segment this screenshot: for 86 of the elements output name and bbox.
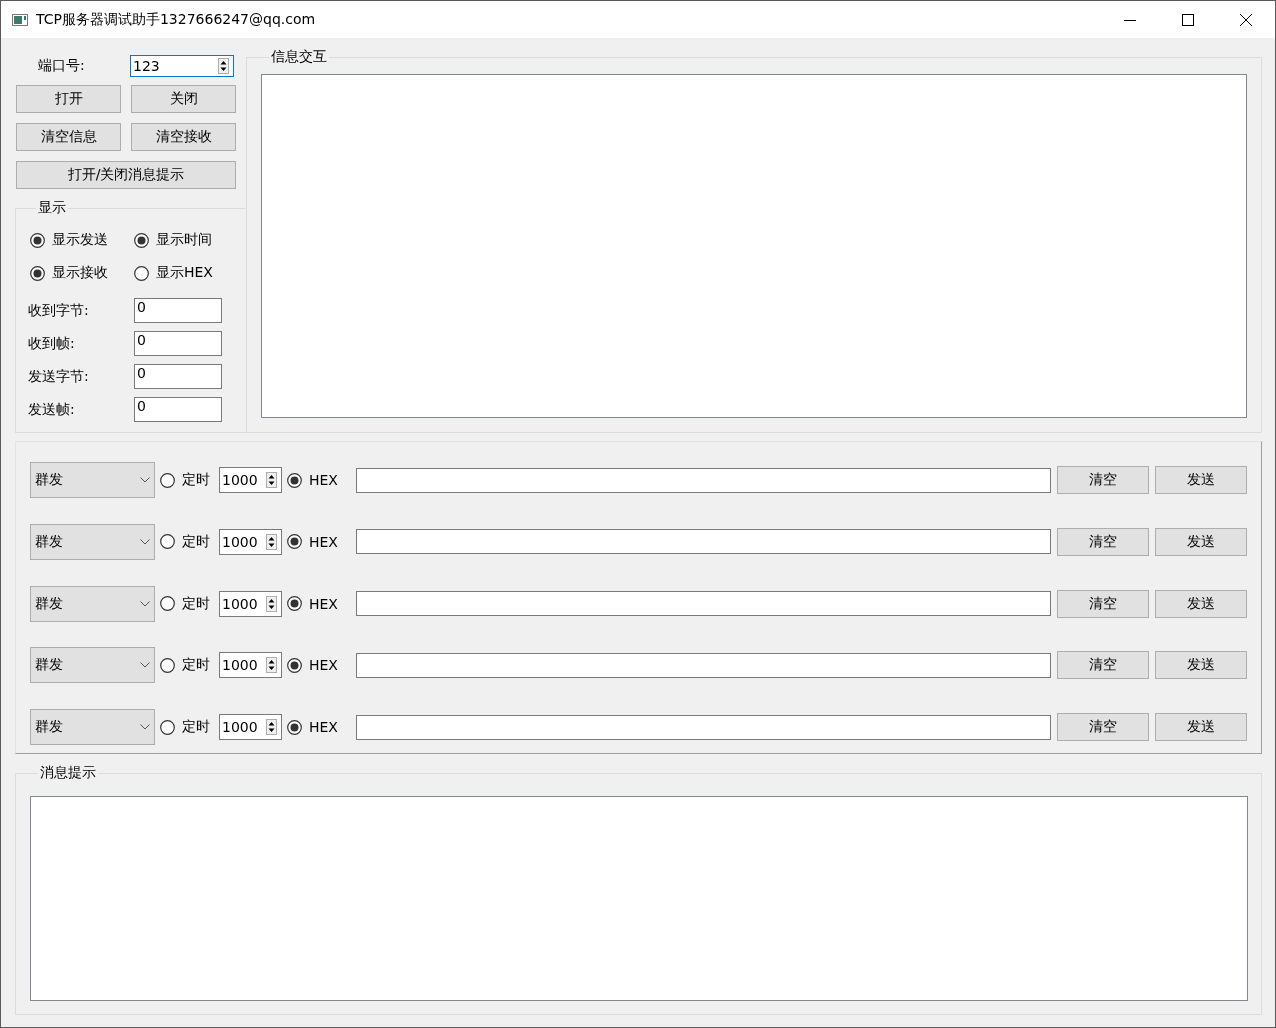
counter-label: 发送字节: xyxy=(28,367,90,386)
input-field[interactable] xyxy=(355,652,1051,678)
clear-button[interactable]: 清空 xyxy=(1057,713,1149,741)
action-button[interactable]: 关闭 xyxy=(131,85,236,113)
counter-field[interactable]: 0 xyxy=(134,298,222,323)
chevron-down-icon xyxy=(140,477,150,483)
input-field[interactable] xyxy=(355,591,1051,616)
spin-box[interactable]: 1000 xyxy=(219,714,282,740)
option-label: HEX xyxy=(309,533,338,550)
mode-dropdown[interactable]: 群发 xyxy=(30,647,155,684)
up-down-arrows-icon[interactable] xyxy=(266,533,277,550)
input-field[interactable] xyxy=(355,467,1051,493)
input-field[interactable] xyxy=(355,529,1051,555)
radio-button-checked[interactable] xyxy=(30,232,45,248)
chevron-down-icon xyxy=(140,724,150,730)
mode-dropdown[interactable]: 群发 xyxy=(30,523,155,560)
action-button[interactable]: 清空信息 xyxy=(16,123,121,151)
option-label: HEX xyxy=(309,472,338,488)
radio-button-checked[interactable] xyxy=(134,232,149,248)
clear-button[interactable]: 清空 xyxy=(1057,651,1149,680)
option-label: 定时 xyxy=(182,656,210,675)
radio-button[interactable] xyxy=(160,657,175,673)
group-title: 消息提示 xyxy=(39,764,97,782)
option-label: HEX xyxy=(309,595,338,612)
window-title: TCP服务器调试助手1327666247@qq.com xyxy=(36,10,317,29)
radio-button[interactable] xyxy=(160,472,175,488)
up-down-arrows-icon[interactable] xyxy=(218,58,229,74)
port-label: 端口号: xyxy=(37,57,86,75)
app-icon xyxy=(12,13,28,26)
maximize-icon[interactable] xyxy=(1182,13,1194,26)
spin-box[interactable]: 1000 xyxy=(219,467,282,493)
clear-button[interactable]: 清空 xyxy=(1057,589,1149,618)
option-label: 定时 xyxy=(182,718,210,736)
send-button[interactable]: 发送 xyxy=(1155,651,1247,680)
spin-box[interactable]: 1000 xyxy=(219,590,282,617)
up-down-arrows-icon[interactable] xyxy=(266,472,277,488)
action-button[interactable]: 打开 xyxy=(16,85,121,113)
counter-label: 收到字节: xyxy=(28,301,90,320)
spin-box[interactable]: 1000 xyxy=(219,528,282,555)
counter-label: 收到帧: xyxy=(28,334,76,353)
spin-box[interactable]: 1000 xyxy=(219,652,282,679)
option-label: 定时 xyxy=(182,532,210,551)
radio-button-checked[interactable] xyxy=(287,596,302,611)
option-label: 显示接收 xyxy=(52,264,108,282)
option-label: HEX xyxy=(309,719,338,735)
up-down-arrows-icon[interactable] xyxy=(266,657,277,674)
counter-field[interactable]: 0 xyxy=(134,331,222,356)
radio-button-checked[interactable] xyxy=(30,265,45,281)
counter-label: 发送帧: xyxy=(28,400,76,419)
send-button[interactable]: 发送 xyxy=(1155,527,1247,556)
radio-button[interactable] xyxy=(134,265,149,281)
option-label: 显示HEX xyxy=(156,264,213,282)
up-down-arrows-icon[interactable] xyxy=(266,719,277,735)
action-button[interactable]: 清空接收 xyxy=(131,123,236,151)
chevron-down-icon xyxy=(140,538,150,545)
radio-button[interactable] xyxy=(160,534,175,550)
option-label: 定时 xyxy=(182,471,210,489)
option-label: HEX xyxy=(309,657,338,674)
option-label: 定时 xyxy=(182,594,210,613)
radio-button-checked[interactable] xyxy=(287,719,302,735)
group-title: 信息交互 xyxy=(270,48,328,66)
group-title: 显示 xyxy=(37,199,67,217)
input-field[interactable] xyxy=(355,714,1051,740)
option-label: 显示发送 xyxy=(52,231,108,249)
mode-dropdown[interactable]: 群发 xyxy=(30,462,155,498)
clear-button[interactable]: 清空 xyxy=(1057,527,1149,556)
chevron-down-icon xyxy=(140,600,150,607)
counter-field[interactable]: 0 xyxy=(134,397,222,422)
action-button[interactable]: 打开/关闭消息提示 xyxy=(16,161,236,189)
send-button[interactable]: 发送 xyxy=(1155,466,1247,494)
send-button[interactable]: 发送 xyxy=(1155,589,1247,618)
send-button[interactable]: 发送 xyxy=(1155,713,1247,741)
chevron-down-icon xyxy=(140,662,150,669)
radio-button[interactable] xyxy=(160,719,175,735)
radio-button-checked[interactable] xyxy=(287,657,302,673)
mode-dropdown[interactable]: 群发 xyxy=(30,585,155,622)
up-down-arrows-icon[interactable] xyxy=(266,595,277,612)
radio-button-checked[interactable] xyxy=(287,534,302,550)
spin-box[interactable]: 123 xyxy=(130,55,234,77)
clear-button[interactable]: 清空 xyxy=(1057,466,1149,494)
close-icon[interactable] xyxy=(1240,13,1252,26)
radio-button-checked[interactable] xyxy=(287,472,302,488)
mode-dropdown[interactable]: 群发 xyxy=(30,709,155,745)
counter-field[interactable]: 0 xyxy=(134,364,222,389)
radio-button[interactable] xyxy=(160,596,175,611)
option-label: 显示时间 xyxy=(156,231,212,249)
